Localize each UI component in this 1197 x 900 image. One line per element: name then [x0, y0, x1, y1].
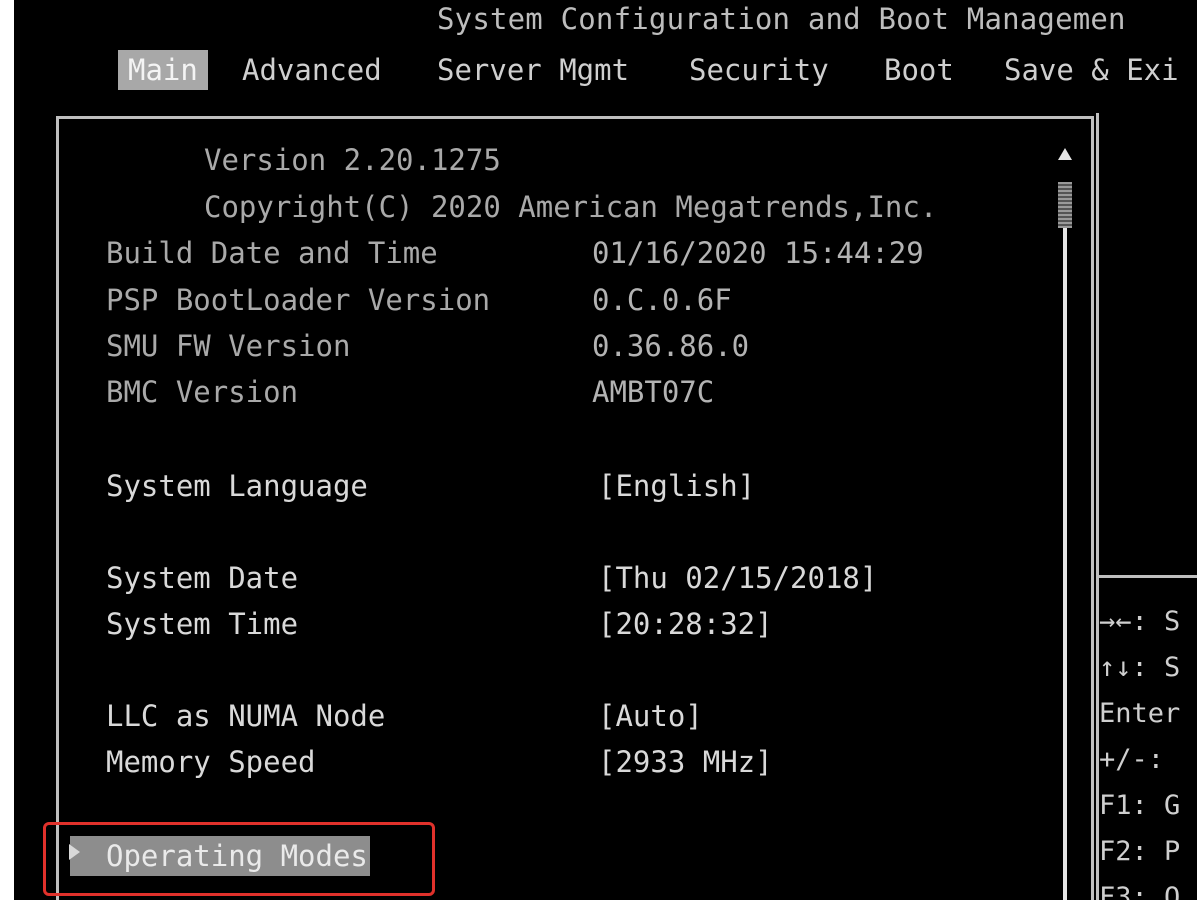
- psp-version-value: 0.C.0.6F: [592, 283, 732, 317]
- build-date-label: Build Date and Time: [106, 236, 438, 270]
- system-language-value[interactable]: [English]: [598, 466, 755, 506]
- help-panel-separator: [1099, 575, 1197, 578]
- highlight-box: [43, 822, 435, 896]
- system-time-label: System Time: [106, 607, 299, 641]
- memory-speed-value[interactable]: [2933 MHz]: [598, 742, 773, 782]
- help-select-screen: →←: S: [1099, 606, 1181, 637]
- help-change-opt: +/-:: [1099, 744, 1165, 775]
- help-f2: F2: P: [1099, 836, 1181, 867]
- bios-title: System Configuration and Boot Managemen: [437, 2, 1126, 36]
- llc-numa-value[interactable]: [Auto]: [598, 696, 703, 736]
- scroll-up-arrow-icon[interactable]: [1058, 148, 1072, 160]
- bmc-version-label: BMC Version: [106, 375, 299, 409]
- smu-version-value: 0.36.86.0: [592, 329, 750, 363]
- bmc-version-value: AMBT07C: [592, 375, 715, 409]
- help-enter: Enter: [1099, 698, 1181, 729]
- tab-advanced[interactable]: Advanced: [242, 50, 382, 90]
- memory-speed-label: Memory Speed: [106, 745, 316, 779]
- system-time-value[interactable]: [20:28:32]: [598, 604, 773, 644]
- tab-security[interactable]: Security: [689, 50, 829, 90]
- scrollbar-track[interactable]: [1063, 228, 1067, 900]
- system-language-label: System Language: [106, 469, 368, 503]
- tab-save-exit[interactable]: Save & Exi: [1004, 50, 1179, 90]
- system-date-label: System Date: [106, 561, 299, 595]
- help-panel-divider: [1096, 113, 1099, 900]
- help-f1: F1: G: [1099, 790, 1181, 821]
- bios-version: Version 2.20.1275: [204, 143, 501, 177]
- tab-main[interactable]: Main: [118, 50, 208, 90]
- build-date-value: 01/16/2020 15:44:29: [592, 236, 924, 270]
- scrollbar-thumb[interactable]: [1058, 182, 1072, 228]
- help-select-item: ↑↓: S: [1099, 652, 1181, 683]
- copyright: Copyright(C) 2020 American Megatrends,In…: [204, 190, 938, 224]
- help-f3: F3: O: [1099, 882, 1181, 900]
- psp-version-label: PSP BootLoader Version: [106, 283, 491, 317]
- llc-numa-label: LLC as NUMA Node: [106, 699, 386, 733]
- tab-boot[interactable]: Boot: [884, 50, 954, 90]
- system-date-value[interactable]: [Thu 02/15/2018]: [598, 558, 877, 598]
- bios-screen: System Configuration and Boot Managemen …: [14, 0, 1197, 900]
- smu-version-label: SMU FW Version: [106, 329, 351, 363]
- tab-server-mgmt[interactable]: Server Mgmt: [437, 50, 629, 90]
